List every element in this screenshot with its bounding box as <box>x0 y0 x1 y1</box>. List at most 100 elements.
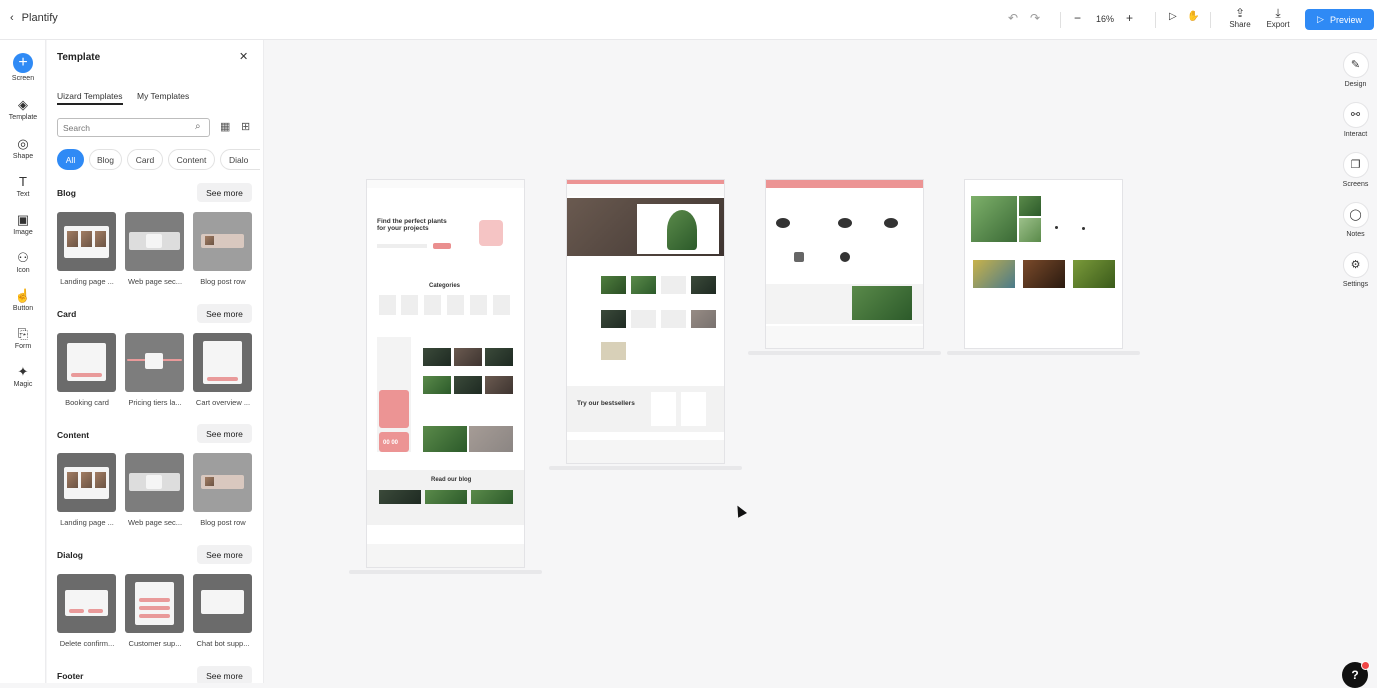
undo-icon[interactable]: ↶ <box>1008 11 1018 25</box>
chip-all[interactable]: All <box>57 149 84 170</box>
template-thumbnail[interactable] <box>57 574 116 633</box>
tab-label: Screens <box>1342 181 1369 188</box>
link-icon: ⚯ <box>1342 102 1369 128</box>
template-label: Blog post row <box>200 518 246 527</box>
template-thumbnail[interactable] <box>193 212 252 271</box>
interact-tab[interactable]: ⚯ Interact <box>1334 102 1377 138</box>
screens-icon: ❐ <box>1342 152 1369 178</box>
preview-button[interactable]: ▷ Preview <box>1305 9 1374 30</box>
play-icon[interactable]: ▷ <box>1169 11 1177 22</box>
tool-label: Template <box>8 114 38 121</box>
layers-icon: ◈ <box>18 97 28 112</box>
tool-label: Magic <box>13 381 33 388</box>
template-thumbnail[interactable] <box>125 212 184 271</box>
image-tool[interactable]: ▣ Image <box>0 212 46 237</box>
magic-tool[interactable]: ✦ Magic <box>0 364 46 389</box>
chevron-left-icon: ‹ <box>10 12 14 24</box>
grid-large-icon[interactable]: ▦ <box>220 120 230 133</box>
tab-label: Interact <box>1343 131 1368 138</box>
button-icon: ☝ <box>14 288 32 303</box>
frame-blog-title: Read our blog <box>431 477 472 483</box>
template-thumbnail[interactable] <box>125 574 184 633</box>
template-label: Landing page ... <box>60 277 114 286</box>
screen-frame-icons[interactable] <box>766 180 923 348</box>
see-more-button[interactable]: See more <box>197 424 252 443</box>
share-icon: ⇪ <box>1234 6 1246 20</box>
see-more-button[interactable]: See more <box>197 183 252 202</box>
template-label: Booking card <box>65 398 109 407</box>
shapes-icon: ◎ <box>17 136 29 151</box>
shape-tool[interactable]: ◎ Shape <box>0 136 46 161</box>
design-canvas[interactable]: Find the perfect plants for your project… <box>264 40 1334 683</box>
template-tool[interactable]: ◈ Template <box>0 97 46 122</box>
screen-tool[interactable]: + Screen <box>0 53 46 82</box>
notification-dot <box>1361 661 1370 670</box>
gear-icon: ⚙ <box>1342 252 1369 278</box>
hand-icon[interactable]: ✋ <box>1187 11 1199 22</box>
download-icon: ⤓ <box>1275 6 1281 20</box>
section-title-blog: Blog <box>57 188 76 198</box>
chip-content[interactable]: Content <box>168 149 215 170</box>
tab-label: Notes <box>1346 231 1365 238</box>
tool-label: Form <box>14 343 32 350</box>
magic-wand-icon: ✦ <box>17 364 29 379</box>
see-more-button[interactable]: See more <box>197 666 252 683</box>
text-tool[interactable]: T Text <box>0 175 46 199</box>
tool-label: Image <box>13 229 33 236</box>
template-thumbnail[interactable] <box>57 333 116 392</box>
grid-small-icon[interactable]: ⊞ <box>241 120 250 133</box>
template-thumbnail[interactable] <box>57 212 116 271</box>
form-icon: ⎘ <box>17 326 29 341</box>
see-more-button[interactable]: See more <box>197 545 252 564</box>
redo-icon[interactable]: ↷ <box>1030 11 1040 25</box>
tab-label: Settings <box>1342 281 1369 288</box>
image-icon: ▣ <box>16 212 30 227</box>
template-thumbnail[interactable] <box>193 333 252 392</box>
share-label: Share <box>1229 20 1251 29</box>
see-more-button[interactable]: See more <box>197 304 252 323</box>
template-thumbnail[interactable] <box>125 453 184 512</box>
tool-label: Screen <box>11 75 35 82</box>
template-thumbnail[interactable] <box>57 453 116 512</box>
notes-tab[interactable]: ◯ Notes <box>1334 202 1377 238</box>
settings-tab[interactable]: ⚙ Settings <box>1334 252 1377 288</box>
export-label: Export <box>1266 20 1290 29</box>
divider <box>1155 12 1156 28</box>
template-label: Blog post row <box>200 277 246 286</box>
share-button[interactable]: ⇪ Share <box>1225 7 1255 29</box>
template-thumbnail[interactable] <box>125 333 184 392</box>
zoom-in-icon[interactable]: + <box>1126 11 1133 25</box>
export-button[interactable]: ⤓ Export <box>1263 7 1293 29</box>
tab-my-templates[interactable]: My Templates <box>137 91 189 101</box>
template-thumbnail[interactable] <box>193 453 252 512</box>
chip-dialog[interactable]: Dialo <box>220 149 260 170</box>
left-toolbar: + Screen ◈ Template ◎ Shape T Text ▣ Ima… <box>0 40 46 683</box>
template-label: Web page sec... <box>127 518 183 527</box>
screens-tab[interactable]: ❐ Screens <box>1334 152 1377 188</box>
notes-icon: ◯ <box>1342 202 1369 228</box>
screen-frame-home[interactable]: Find the perfect plants for your project… <box>367 180 524 567</box>
back-button[interactable]: ‹ Plantify <box>10 12 58 24</box>
frame-hero-title: Find the perfect plants for your project… <box>377 218 447 232</box>
section-title-content: Content <box>57 430 90 440</box>
template-label: Landing page ... <box>60 518 114 527</box>
template-label: Chat bot supp... <box>196 639 250 648</box>
template-thumbnail[interactable] <box>193 574 252 633</box>
form-tool[interactable]: ⎘ Form <box>0 326 46 351</box>
tab-uizard-templates[interactable]: Uizard Templates <box>57 91 123 105</box>
button-tool[interactable]: ☝ Button <box>0 288 46 313</box>
mouse-cursor <box>733 503 747 518</box>
close-icon[interactable]: ✕ <box>239 50 248 63</box>
icon-tool[interactable]: ⚇ Icon <box>0 251 46 275</box>
chip-card[interactable]: Card <box>127 149 163 170</box>
screen-frame-shop[interactable]: Try our bestsellers <box>567 180 724 463</box>
play-icon: ▷ <box>1317 14 1324 24</box>
search-input[interactable] <box>57 118 210 137</box>
design-tab[interactable]: ✎ Design <box>1334 52 1377 88</box>
frame-base <box>748 351 941 355</box>
screen-frame-gallery[interactable] <box>965 180 1122 348</box>
zoom-level[interactable]: 16% <box>1096 14 1114 24</box>
search-icon: ⌕ <box>195 121 201 132</box>
zoom-out-icon[interactable]: − <box>1074 11 1081 25</box>
chip-blog[interactable]: Blog <box>89 149 122 170</box>
